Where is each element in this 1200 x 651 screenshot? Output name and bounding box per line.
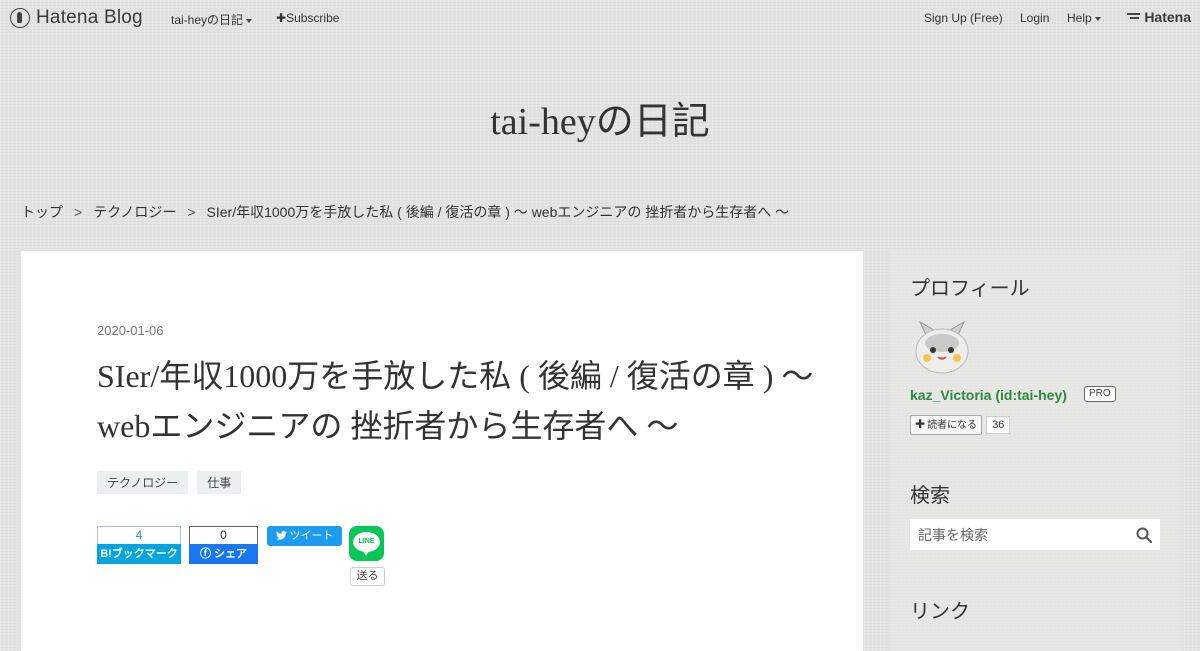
- hatena-brand-text: Hatena: [1144, 9, 1191, 25]
- breadcrumb-separator: >: [74, 204, 83, 220]
- blog-menu-label: tai-heyの日記: [171, 13, 244, 27]
- blog-menu-dropdown[interactable]: tai-heyの日記: [171, 11, 253, 28]
- caret-down-icon: [1094, 16, 1101, 21]
- follow-widget: ✚ 読者になる 36: [910, 415, 1011, 435]
- login-link[interactable]: Login: [1020, 11, 1049, 25]
- global-header: Hatena Blog tai-heyの日記 ✚Subscribe Sign U…: [0, 0, 1200, 36]
- hatena-brand-link[interactable]: Hatena: [1127, 9, 1191, 25]
- line-send-label: 送る: [350, 567, 385, 586]
- plus-icon: ✚: [276, 11, 287, 25]
- caret-down-icon: [246, 18, 253, 23]
- subscribe-label: Subscribe: [286, 11, 340, 25]
- follow-label: 読者になる: [927, 420, 978, 431]
- entry-date[interactable]: 2020-01-06: [97, 323, 164, 338]
- hatena-bookmark-button[interactable]: 4 B!ブックマーク: [97, 526, 181, 564]
- profile-avatar[interactable]: [912, 319, 972, 377]
- follow-button[interactable]: ✚ 読者になる: [910, 415, 983, 435]
- hatena-blog-logo-text: Hatena Blog: [36, 7, 143, 28]
- hatena-blog-logo[interactable]: Hatena Blog: [10, 7, 143, 29]
- pro-badge: PRO: [1084, 386, 1116, 402]
- subscribe-button[interactable]: ✚Subscribe: [276, 11, 339, 25]
- facebook-share-bar: ⓕ シェア: [189, 544, 258, 564]
- help-dropdown[interactable]: Help: [1067, 11, 1101, 25]
- links-heading: リンク: [910, 601, 970, 623]
- breadcrumb-category[interactable]: テクノロジー: [93, 204, 176, 220]
- search-input[interactable]: [910, 519, 1136, 550]
- follower-count: 36: [986, 416, 1011, 434]
- line-share-button[interactable]: LINE 送る: [349, 526, 387, 586]
- hatena-blog-logo-icon: [10, 8, 30, 28]
- profile-username[interactable]: kaz_Victoria (id:tai-hey): [910, 387, 1067, 403]
- category-list: テクノロジー 仕事: [97, 471, 242, 494]
- help-label: Help: [1067, 11, 1092, 25]
- twitter-tweet-label: ツイート: [289, 530, 334, 542]
- category-tag[interactable]: テクノロジー: [97, 471, 189, 494]
- breadcrumb: トップ > テクノロジー > SIer/年収1000万を手放した私 ( 後編 / 復活の…: [21, 202, 789, 222]
- article: 2020-01-06 SIer/年収1000万を手放した私 ( 後編 / 復活の…: [21, 251, 863, 651]
- twitter-tweet-button[interactable]: ツイート: [267, 526, 342, 546]
- facebook-share-button[interactable]: 0 ⓕ シェア: [189, 526, 258, 564]
- twitter-bird-icon: [275, 531, 287, 540]
- search-icon[interactable]: [1136, 527, 1152, 543]
- signup-link[interactable]: Sign Up (Free): [924, 11, 1003, 25]
- facebook-icon: ⓕ: [199, 548, 215, 560]
- breadcrumb-current: SIer/年収1000万を手放した私 ( 後編 / 復活の章 ) 〜 webエン…: [206, 204, 790, 220]
- plus-icon: ✚: [915, 417, 926, 431]
- line-icon: LINE: [349, 526, 384, 561]
- hatena-logo-icon: [1127, 12, 1141, 22]
- breadcrumb-separator: >: [187, 204, 196, 220]
- search-box: [910, 519, 1160, 550]
- breadcrumb-top[interactable]: トップ: [21, 204, 63, 220]
- sidebar: プロフィール kaz_Victoria (id:tai-hey) PRO ✚ 読者…: [890, 251, 1180, 651]
- search-heading: 検索: [910, 485, 950, 507]
- category-tag[interactable]: 仕事: [197, 471, 242, 494]
- entry-title[interactable]: SIer/年収1000万を手放した私 ( 後編 / 復活の章 ) 〜 webエン…: [97, 351, 817, 451]
- profile-heading: プロフィール: [910, 278, 1030, 300]
- hatena-bookmark-count: 4: [97, 526, 181, 544]
- facebook-share-count: 0: [189, 526, 258, 544]
- blog-title[interactable]: tai-heyの日記: [0, 90, 1200, 145]
- facebook-share-label: シェア: [214, 548, 248, 560]
- line-logo-text: LINE: [353, 532, 380, 556]
- hatena-bookmark-label: B!ブックマーク: [97, 544, 181, 564]
